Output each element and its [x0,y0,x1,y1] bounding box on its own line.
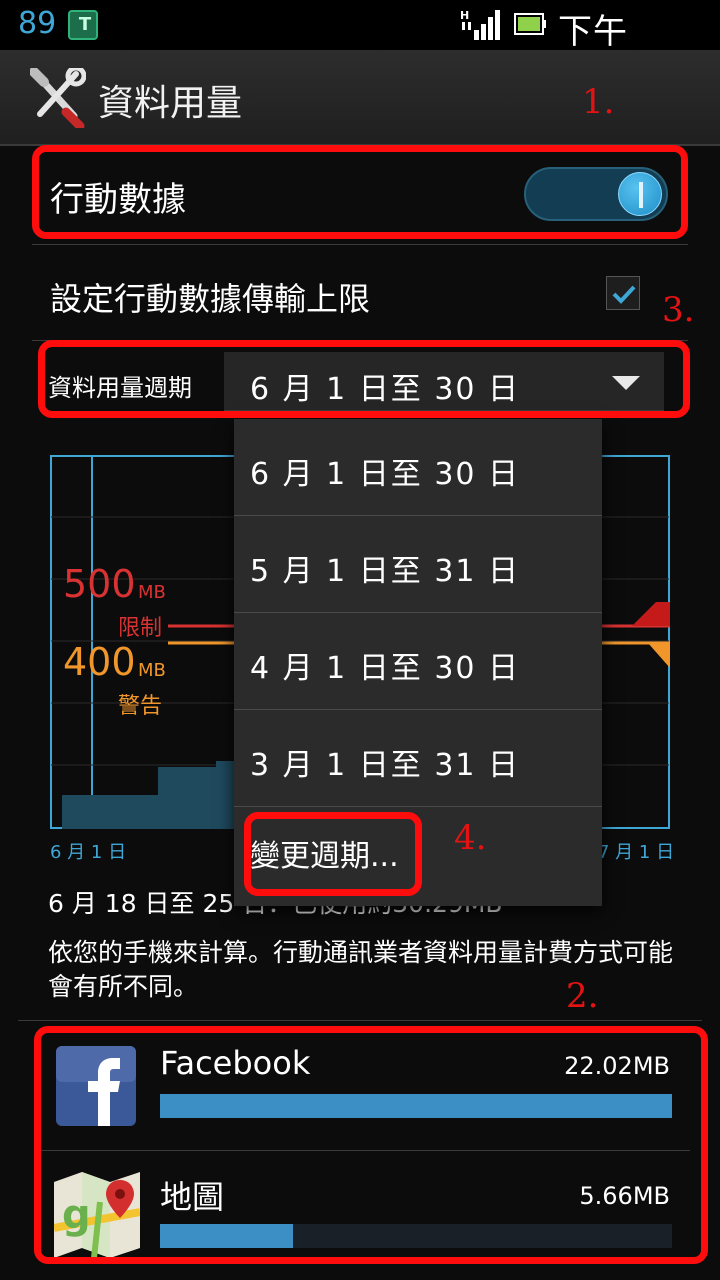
cycle-option-label: 4 月 1 日至 30 日 [250,651,521,686]
cycle-option[interactable]: 5 月 1 日至 31 日 [234,516,602,613]
annotation-box-4 [244,812,422,896]
annotation-number-1: 1. [582,82,615,122]
limit-unit: MB [138,582,166,603]
checkmark-icon [612,285,636,304]
warning-unit: MB [138,660,166,681]
svg-text:H: H [460,9,469,22]
row-divider [32,244,688,245]
warning-handle-fill [648,643,670,668]
cycle-option[interactable]: 4 月 1 日至 30 日 [234,613,602,710]
warning-value: 400 [63,640,136,684]
annotation-number-4: 4. [454,818,487,858]
battery-percent: 89 [18,6,57,41]
axis-start-date: 6 月 1 日 [50,842,127,863]
annotation-box-3 [38,340,690,418]
settings-tools-icon[interactable] [30,68,86,128]
limit-text: 限制 [118,616,163,641]
section-divider [18,1020,702,1021]
shield-letter: T [78,14,92,35]
cycle-option[interactable]: 3 月 1 日至 31 日 [234,710,602,807]
set-limit-label: 設定行動數據傳輸上限 [50,280,371,318]
cycle-option-label: 6 月 1 日至 30 日 [250,457,521,492]
signal-icon: H [460,9,500,40]
annotation-box-2 [34,1026,708,1264]
axis-end-date: 7 月 1 日 [598,842,675,863]
annotation-number-3: 3. [662,290,695,330]
limit-handle [632,602,670,626]
warning-text: 警告 [118,694,163,719]
annotation-box-1 [32,145,688,239]
battery-icon [514,13,546,35]
cycle-option-label: 3 月 1 日至 31 日 [250,748,521,783]
page-title: 資料用量 [98,83,243,124]
set-limit-checkbox[interactable] [606,276,640,310]
cycle-option[interactable]: 6 月 1 日至 30 日 [234,419,602,516]
shield-app-icon: T [68,10,98,40]
cycle-option-label: 5 月 1 日至 31 日 [250,554,521,589]
limit-value: 500 [63,562,136,606]
usage-area [62,761,236,829]
annotation-number-2: 2. [566,976,599,1016]
